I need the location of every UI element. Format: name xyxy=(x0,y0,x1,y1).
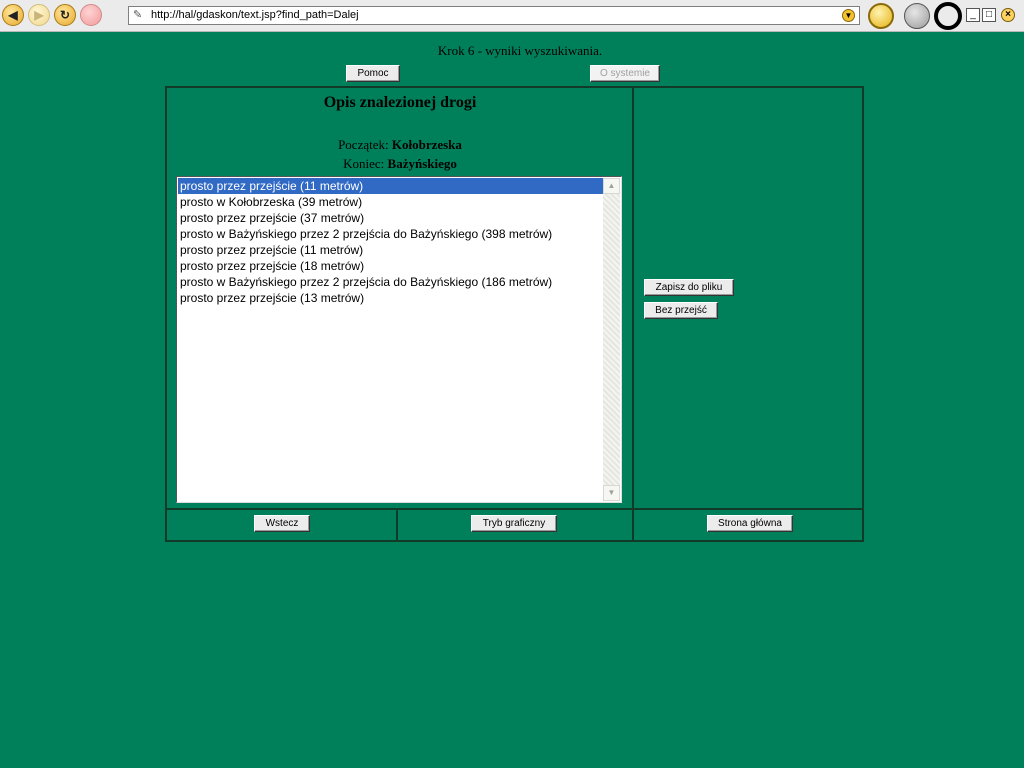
maximize-icon[interactable]: □ xyxy=(982,8,996,22)
list-item[interactable]: prosto przez przejście (18 metrów) xyxy=(178,258,603,274)
end-value: Bażyńskiego xyxy=(387,156,457,171)
forward-arrow-icon[interactable]: ▶ xyxy=(28,4,50,26)
save-to-file-button[interactable]: Zapisz do pliku xyxy=(644,279,734,296)
listbox-scrollbar[interactable]: ▲ ▼ xyxy=(603,178,620,501)
reload-icon[interactable]: ↻ xyxy=(54,4,76,26)
list-item[interactable]: prosto przez przejście (11 metrów) xyxy=(178,178,603,194)
scroll-down-icon[interactable]: ▼ xyxy=(603,485,620,501)
browser-toolbar: ◀ ▶ ↻ ✎ http://hal/gdaskon/text.jsp?find… xyxy=(0,0,1024,32)
search-icon[interactable] xyxy=(868,3,894,29)
route-steps-listbox[interactable]: prosto przez przejście (11 metrów) prosto… xyxy=(176,176,622,503)
list-item[interactable]: prosto w Bażyńskiego przez 2 przejścia d… xyxy=(178,274,603,290)
no-crossings-button[interactable]: Bez przejść xyxy=(644,302,718,319)
step-title: Krok 6 - wyniki wyszukiwania. xyxy=(437,43,603,58)
back-button[interactable]: Wstecz xyxy=(254,515,310,532)
link-icon: ✎ xyxy=(133,9,143,21)
start-line: Początek: Kołobrzeska xyxy=(168,137,632,153)
manager-icon[interactable] xyxy=(904,3,930,29)
frame-divider-bottom xyxy=(396,508,398,542)
scroll-up-icon[interactable]: ▲ xyxy=(603,178,620,194)
address-bar[interactable]: ✎ http://hal/gdaskon/text.jsp?find_path=… xyxy=(128,6,860,25)
back-arrow-icon[interactable]: ◀ xyxy=(2,4,24,26)
address-bar-url: http://hal/gdaskon/text.jsp?find_path=Da… xyxy=(151,9,359,21)
close-icon[interactable]: × xyxy=(1001,8,1015,22)
about-system-button[interactable]: O systemie xyxy=(590,65,660,82)
list-item[interactable]: prosto przez przejście (13 metrów) xyxy=(178,290,603,306)
home-page-button[interactable]: Strona główna xyxy=(707,515,793,532)
end-label: Koniec: xyxy=(343,156,385,171)
route-steps-list: prosto przez przejście (11 metrów) prosto… xyxy=(178,178,603,306)
start-value: Kołobrzeska xyxy=(391,137,462,152)
list-item[interactable]: prosto przez przejście (11 metrów) xyxy=(178,242,603,258)
list-item[interactable]: prosto przez przejście (37 metrów) xyxy=(178,210,603,226)
end-line: Koniec: Bażyńskiego xyxy=(168,156,632,172)
stop-icon[interactable] xyxy=(80,4,102,26)
ring-icon[interactable] xyxy=(934,2,962,30)
help-button[interactable]: Pomoc xyxy=(346,65,400,82)
start-label: Początek: xyxy=(338,137,389,152)
description-title: Opis znalezionej drogi xyxy=(323,94,477,111)
list-item[interactable]: prosto w Kołobrzeska (39 metrów) xyxy=(178,194,603,210)
frame-divider-horizontal xyxy=(165,508,864,510)
dropdown-icon[interactable]: ▼ xyxy=(842,9,855,22)
graphic-mode-button[interactable]: Tryb graficzny xyxy=(471,515,557,532)
frame-divider-vertical xyxy=(632,86,634,542)
minimize-icon[interactable]: _ xyxy=(966,8,980,22)
list-item[interactable]: prosto w Bażyńskiego przez 2 przejścia d… xyxy=(178,226,603,242)
